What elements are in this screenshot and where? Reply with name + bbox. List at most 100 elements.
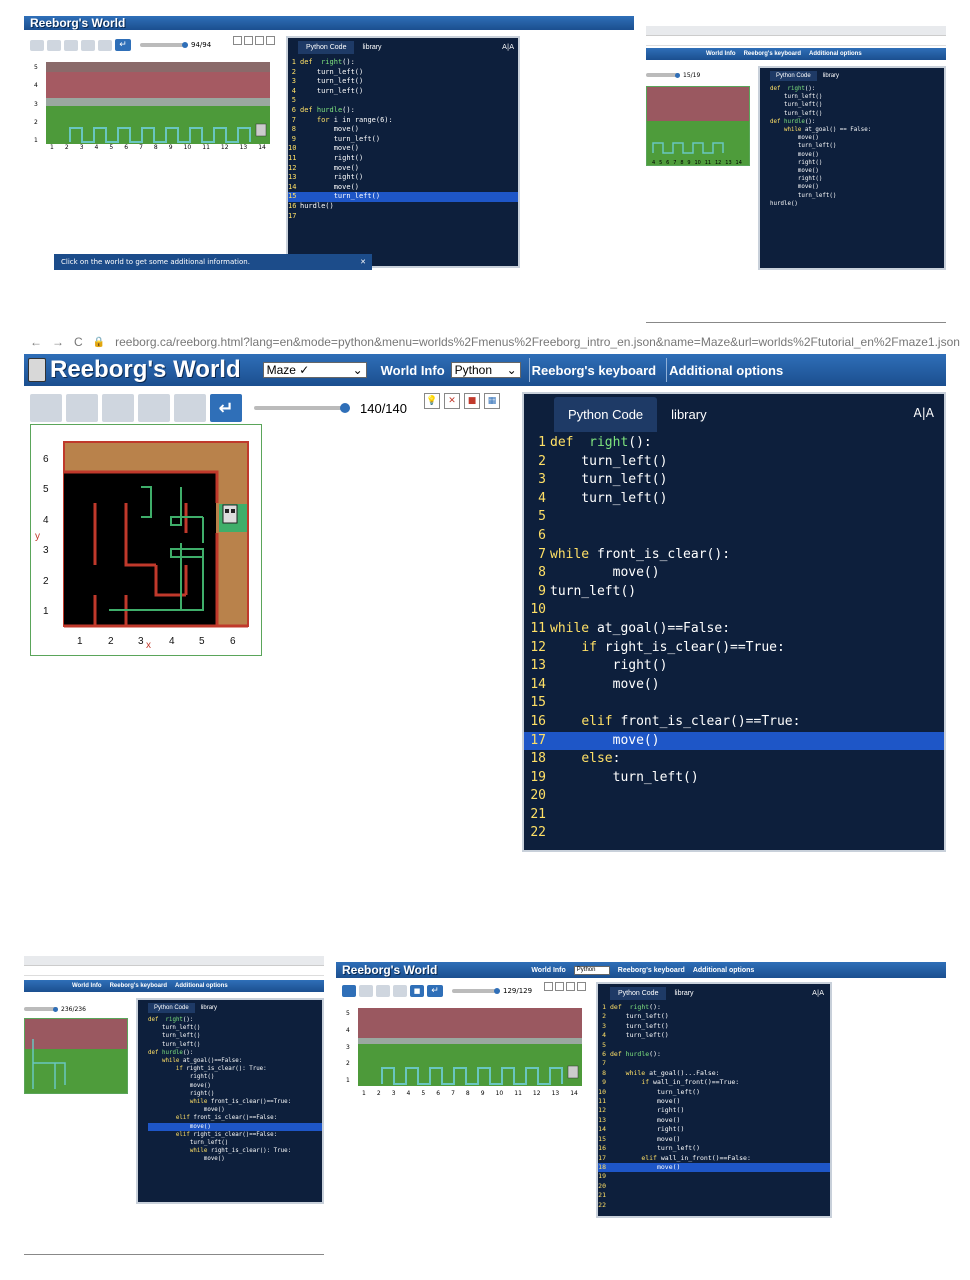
tl-code-line[interactable]: 2 turn_left(): [288, 68, 518, 78]
tr-options[interactable]: Additional options: [809, 51, 862, 57]
code-line[interactable]: 15: [524, 694, 944, 713]
code-line[interactable]: 3 turn_left(): [524, 471, 944, 490]
bl-tab-library[interactable]: library: [195, 1003, 223, 1013]
bl-world-canvas[interactable]: [25, 1019, 127, 1093]
bl-code-line[interactable]: move(): [148, 1106, 322, 1114]
tl-code-line[interactable]: 4 turn_left(): [288, 87, 518, 97]
br-code-line[interactable]: 19: [598, 1172, 830, 1181]
bl-code-line[interactable]: while right_is_clear(): True:: [148, 1147, 322, 1155]
code-line[interactable]: 5: [524, 508, 944, 527]
tl-code-line[interactable]: 15 turn_left(): [288, 192, 518, 202]
keyboard-button[interactable]: Reeborg's keyboard: [532, 363, 656, 378]
br-options[interactable]: Additional options: [693, 967, 754, 974]
reload-icon[interactable]: C: [74, 335, 83, 349]
br-code-line[interactable]: 16 turn_left(): [598, 1144, 830, 1153]
bl-world-info[interactable]: World Info: [72, 983, 102, 989]
tl-play-button[interactable]: [47, 39, 61, 51]
tl-editor[interactable]: Python Code library A|A 1 def right(): 2 t…: [286, 36, 520, 268]
tr-code-line[interactable]: turn_left(): [770, 192, 944, 200]
maze-world[interactable]: 6 5 4 3 2 1 y 1 2 3 x 4 5 6: [30, 424, 262, 656]
code-line[interactable]: 10: [524, 601, 944, 620]
language-select[interactable]: Python ⌄: [450, 362, 521, 378]
forward-icon[interactable]: →: [52, 335, 64, 349]
br-world[interactable]: 5 4 3 2 1: [342, 1004, 587, 1094]
tl-image-icon[interactable]: [266, 36, 275, 45]
maze-canvas[interactable]: [31, 425, 261, 655]
code-line[interactable]: 9 turn_left(): [524, 583, 944, 602]
br-code-line[interactable]: 20: [598, 1182, 830, 1191]
br-code-line[interactable]: 18 move(): [598, 1162, 830, 1173]
br-code-line[interactable]: 2 turn_left(): [598, 1012, 830, 1021]
tl-code-line[interactable]: 14 move(): [288, 183, 518, 193]
code-line[interactable]: 4 turn_left(): [524, 490, 944, 509]
bl-code-line[interactable]: move(): [148, 1122, 322, 1131]
tr-code-line[interactable]: while at_goal() == False:: [770, 126, 944, 134]
br-language-select[interactable]: Python: [573, 965, 610, 975]
tl-flag-icon[interactable]: [255, 36, 264, 45]
bl-keyboard[interactable]: Reeborg's keyboard: [110, 983, 167, 989]
br-code-line[interactable]: 12 right(): [598, 1106, 830, 1115]
tr-keyboard[interactable]: Reeborg's keyboard: [744, 51, 801, 57]
tl-tab-library[interactable]: library: [354, 41, 389, 54]
br-code-line[interactable]: 5: [598, 1041, 830, 1050]
tl-code-line[interactable]: 3 turn_left(): [288, 77, 518, 87]
bl-code-line[interactable]: right(): [148, 1090, 322, 1098]
bl-speed-slider[interactable]: [24, 1005, 58, 1013]
step-button[interactable]: [102, 394, 134, 422]
br-keyboard[interactable]: Reeborg's keyboard: [618, 967, 685, 974]
tl-reload-button[interactable]: [30, 39, 44, 51]
br-code-line[interactable]: 10 turn_left(): [598, 1088, 830, 1097]
bl-tab-python[interactable]: Python Code: [148, 1003, 195, 1013]
font-size-toggle[interactable]: A|A: [914, 406, 934, 432]
code-line[interactable]: 8 move(): [524, 564, 944, 583]
tl-pause-button[interactable]: [81, 39, 95, 51]
br-pause-button[interactable]: [393, 985, 407, 997]
code-line[interactable]: 19 turn_left(): [524, 769, 944, 788]
br-font-toggle[interactable]: A|A: [812, 989, 824, 1000]
br-world-canvas[interactable]: [342, 1004, 587, 1094]
enter-button[interactable]: ↵: [210, 394, 242, 422]
tl-code-line[interactable]: 5: [288, 96, 518, 106]
br-tab-library[interactable]: library: [666, 987, 701, 1000]
bl-code-line[interactable]: turn_left(): [148, 1139, 322, 1147]
tl-step-button[interactable]: [64, 39, 78, 51]
br-code-line[interactable]: 8 while at_goal()...False:: [598, 1069, 830, 1078]
bl-code-line[interactable]: while at_goal()==False:: [148, 1057, 322, 1065]
tl-world[interactable]: 5 4 3 2 1: [30, 58, 275, 158]
tl-code-line[interactable]: 10 move(): [288, 144, 518, 154]
bl-code-line[interactable]: elif right_is_clear()==False:: [148, 1131, 322, 1139]
tr-code-line[interactable]: turn_left(): [770, 101, 944, 109]
br-world-info[interactable]: World Info: [531, 967, 565, 974]
tl-code-line[interactable]: 6 def hurdle():: [288, 106, 518, 116]
tl-code-line[interactable]: 17: [288, 212, 518, 222]
bl-code-line[interactable]: move(): [148, 1082, 322, 1090]
tr-code-line[interactable]: move(): [770, 183, 944, 191]
tr-tab-python[interactable]: Python Code: [770, 71, 817, 81]
tab-python-code[interactable]: Python Code: [554, 397, 658, 432]
br-image-icon[interactable]: [577, 982, 586, 991]
bl-code-line[interactable]: if right_is_clear(): True:: [148, 1065, 322, 1073]
reload-button[interactable]: [30, 394, 62, 422]
pause-button[interactable]: [138, 394, 170, 422]
tl-enter-button[interactable]: ↵: [115, 39, 131, 51]
bl-code-line[interactable]: def hurdle():: [148, 1049, 322, 1057]
tr-code-line[interactable]: def right():: [770, 85, 944, 93]
bl-code-line[interactable]: elif front_is_clear()==False:: [148, 1114, 322, 1122]
code-area[interactable]: 1 def right(): 2 turn_left() 3 turn_left() 4…: [524, 432, 944, 843]
bl-code-line[interactable]: turn_left(): [148, 1032, 322, 1040]
tr-world-canvas[interactable]: [647, 87, 749, 165]
tl-tab-python[interactable]: Python Code: [298, 41, 355, 54]
br-bulb-icon[interactable]: [544, 982, 553, 991]
code-line[interactable]: 12 if right_is_clear()==True:: [524, 639, 944, 658]
br-x-icon[interactable]: [555, 982, 564, 991]
br-code-line[interactable]: 7: [598, 1059, 830, 1068]
bl-code-line[interactable]: turn_left(): [148, 1041, 322, 1049]
br-flag-icon[interactable]: [566, 982, 575, 991]
tr-editor[interactable]: Python Code library def right(): turn_le…: [758, 66, 946, 270]
back-icon[interactable]: ←: [30, 335, 42, 349]
br-code-line[interactable]: 17 elif wall_in_front()==False:: [598, 1154, 830, 1163]
tl-code-line[interactable]: 13 right(): [288, 173, 518, 183]
bl-editor[interactable]: Python Code library def right(): turn_le…: [136, 998, 324, 1204]
br-code-line[interactable]: 6 def hurdle():: [598, 1050, 830, 1059]
br-code-line[interactable]: 21: [598, 1191, 830, 1200]
